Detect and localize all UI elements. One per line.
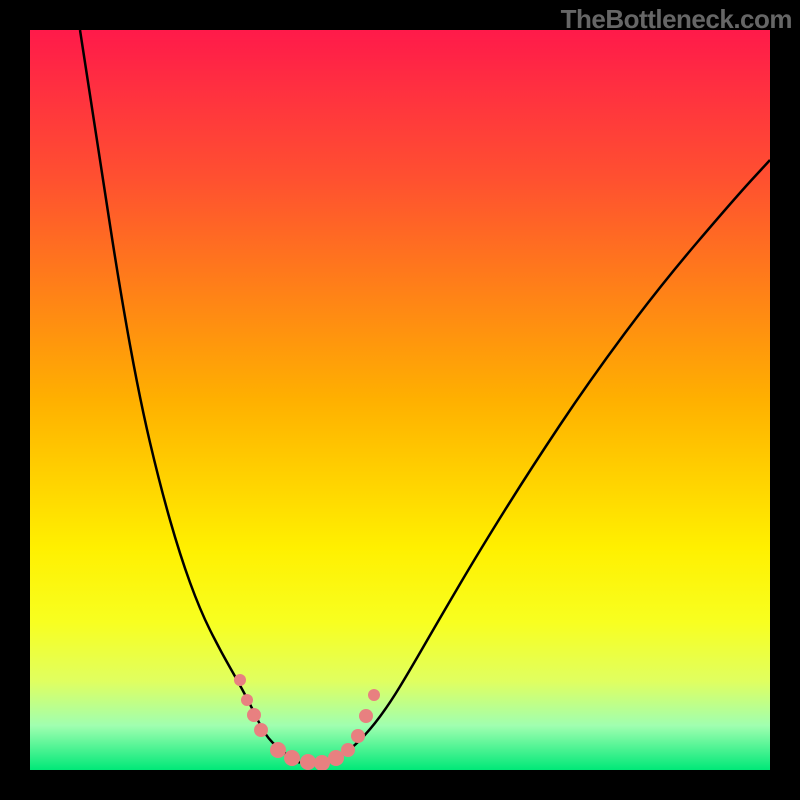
curve-group bbox=[80, 30, 770, 763]
data-marker bbox=[247, 708, 261, 722]
data-marker bbox=[234, 674, 246, 686]
data-marker bbox=[300, 754, 316, 770]
chart-svg bbox=[30, 30, 770, 770]
data-marker bbox=[314, 755, 330, 770]
data-marker bbox=[341, 743, 355, 757]
chart-frame bbox=[30, 30, 770, 770]
data-marker bbox=[270, 742, 286, 758]
data-marker bbox=[351, 729, 365, 743]
data-marker bbox=[241, 694, 253, 706]
data-marker bbox=[254, 723, 268, 737]
data-marker bbox=[284, 750, 300, 766]
left-curve bbox=[80, 30, 300, 763]
right-curve bbox=[330, 160, 770, 763]
data-marker bbox=[368, 689, 380, 701]
watermark-text: TheBottleneck.com bbox=[561, 4, 792, 35]
data-marker bbox=[359, 709, 373, 723]
bottom-markers bbox=[234, 674, 380, 770]
